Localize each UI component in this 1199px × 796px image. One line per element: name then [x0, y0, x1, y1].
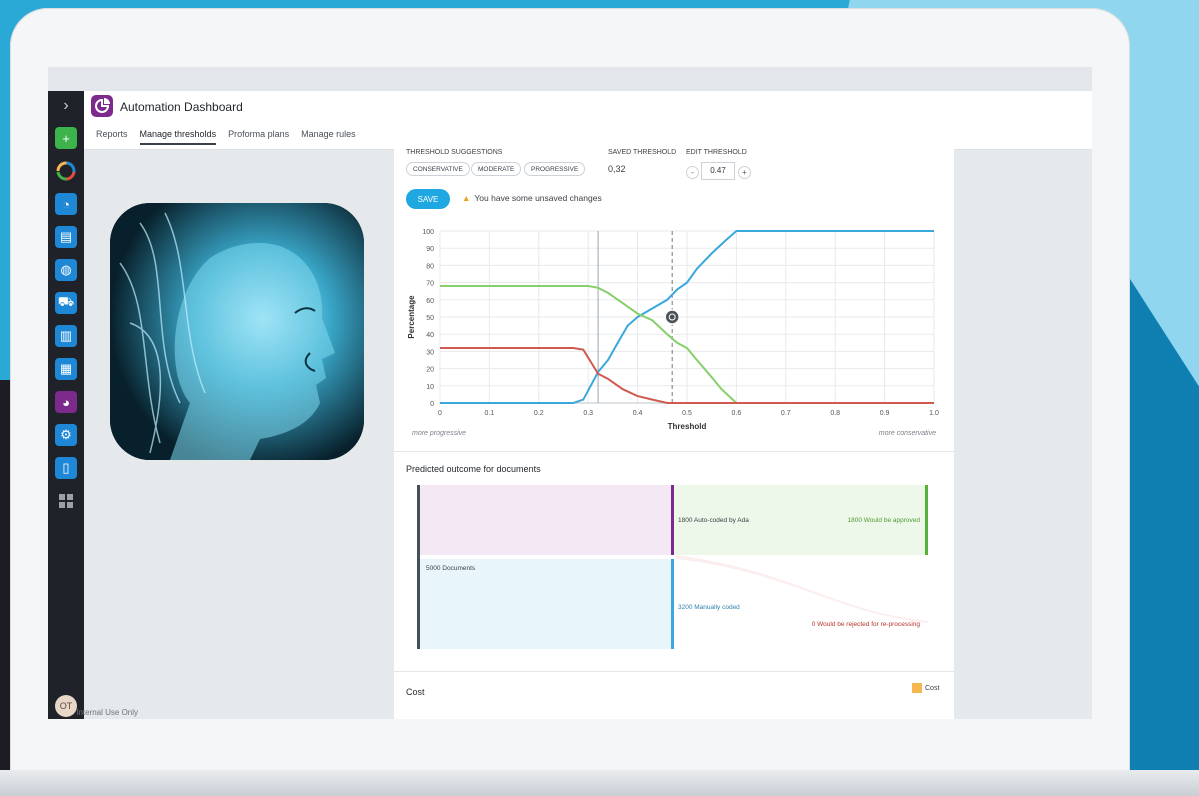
- node-label-approved: 1800 Would be approved: [847, 517, 920, 524]
- tab-manage-thresholds[interactable]: Manage thresholds: [139, 129, 217, 145]
- app-header: Automation Dashboard Reports Manage thre…: [84, 91, 1092, 150]
- y-tick-label: 80: [426, 263, 434, 270]
- saved-threshold-label: SAVED THRESHOLD: [608, 149, 677, 156]
- cost-legend-label: Cost: [925, 685, 940, 692]
- ai-face-image: [110, 203, 364, 460]
- y-tick-label: 20: [426, 367, 434, 374]
- cost-legend-swatch: [912, 683, 922, 693]
- unsaved-warning: ▲ You have some unsaved changes: [462, 193, 602, 203]
- inbox-icon[interactable]: ▤: [55, 226, 77, 248]
- node-approved: [925, 485, 928, 555]
- x-tick-label: 0.4: [633, 410, 643, 417]
- app-title: Automation Dashboard: [120, 100, 243, 114]
- threshold-input[interactable]: 0.47: [701, 162, 735, 180]
- grid-icon[interactable]: [55, 490, 77, 512]
- x-tick-label: 0.8: [830, 410, 840, 417]
- settings-icon[interactable]: ⚙: [55, 424, 77, 446]
- cost-title: Cost: [406, 687, 425, 697]
- tab-reports[interactable]: Reports: [96, 129, 128, 145]
- chip-progressive[interactable]: PROGRESSIVE: [524, 162, 586, 176]
- chevron-right-icon[interactable]: ›: [48, 97, 84, 115]
- decrement-button[interactable]: -: [686, 166, 699, 179]
- x-tick-label: 0.2: [534, 410, 544, 417]
- book-icon[interactable]: ▯: [55, 457, 77, 479]
- x-tick-label: 0.7: [781, 410, 791, 417]
- warning-icon: ▲: [462, 193, 471, 203]
- tab-manage-rules[interactable]: Manage rules: [301, 129, 356, 145]
- cart-icon[interactable]: ⛟: [55, 292, 77, 314]
- suggestions-label: THRESHOLD SUGGESTIONS: [406, 149, 503, 156]
- gauge-icon[interactable]: ◔: [55, 193, 77, 215]
- tab-bar: Reports Manage thresholds Proforma plans…: [96, 129, 356, 145]
- x-tick-label: 0: [438, 410, 442, 417]
- saved-threshold-value: 0,32: [608, 164, 626, 174]
- pie-icon[interactable]: ◕: [55, 391, 77, 413]
- node-label-rejected: 0 Would be rejected for re-processing: [812, 621, 921, 628]
- outcome-title: Predicted outcome for documents: [406, 464, 541, 474]
- x-tick-label: 0.5: [682, 410, 692, 417]
- y-tick-label: 40: [426, 332, 434, 339]
- y-tick-label: 90: [426, 246, 434, 253]
- right-note: more conservative: [879, 430, 936, 437]
- node-total: [417, 485, 420, 649]
- app-logo-icon: [91, 95, 113, 117]
- y-tick-label: 0: [430, 401, 434, 408]
- tab-proforma-plans[interactable]: Proforma plans: [228, 129, 289, 145]
- threshold-chart[interactable]: 0 10 20 30 40 50 60 70 80 90 100 0 0.1 0.2 0.3 0.4 0.5 0.…: [394, 219, 954, 449]
- section-divider: [394, 671, 954, 672]
- avatar[interactable]: OT: [55, 695, 77, 717]
- clipboard-icon[interactable]: ▥: [55, 325, 77, 347]
- save-button[interactable]: SAVE: [406, 189, 450, 209]
- node-label-manual: 3200 Manually coded: [678, 604, 740, 611]
- threshold-panel: THRESHOLD SUGGESTIONS CONSERVATIVE MODER…: [394, 149, 954, 719]
- flow-manual: [420, 559, 672, 649]
- building-icon[interactable]: ▦: [55, 358, 77, 380]
- x-tick-label: 0.3: [583, 410, 593, 417]
- browser-top-bar: [48, 67, 1092, 92]
- flow-auto: [420, 485, 672, 555]
- y-axis-label: Percentage: [407, 295, 416, 339]
- chip-moderate[interactable]: MODERATE: [471, 162, 522, 176]
- sidebar: › + ◔ ▤ ◍ ⛟ ▥ ▦ ◕ ⚙ ▯ For Internal Use Only OT: [48, 91, 138, 719]
- left-note: more progressive: [412, 430, 466, 437]
- x-tick-label: 0.6: [732, 410, 742, 417]
- laptop-base: [0, 770, 1199, 796]
- y-tick-label: 100: [422, 229, 434, 236]
- ring-chart-icon[interactable]: [55, 160, 77, 182]
- node-label-auto: 1800 Auto-coded by Ada: [678, 517, 749, 524]
- node-auto: [671, 485, 674, 555]
- y-tick-label: 50: [426, 315, 434, 322]
- node-label-total: 5000 Documents: [426, 565, 476, 572]
- add-icon[interactable]: +: [55, 127, 77, 149]
- section-divider: [394, 451, 954, 452]
- x-tick-label: 0.9: [880, 410, 890, 417]
- y-tick-label: 60: [426, 298, 434, 305]
- node-manual: [671, 559, 674, 649]
- y-tick-label: 30: [426, 349, 434, 356]
- flow-rejected: [676, 555, 928, 623]
- globe-icon[interactable]: ◍: [55, 259, 77, 281]
- x-tick-label: 0.1: [485, 410, 495, 417]
- edit-threshold-label: EDIT THRESHOLD: [686, 149, 747, 156]
- y-tick-label: 10: [426, 384, 434, 391]
- x-tick-label: 1.0: [929, 410, 939, 417]
- outcome-sankey: 5000 Documents 1800 Auto-coded by Ada 3200…: [417, 485, 928, 649]
- threshold-drag-handle[interactable]: [664, 309, 680, 325]
- x-axis-label: Threshold: [668, 422, 707, 431]
- unsaved-warning-text: You have some unsaved changes: [474, 193, 602, 203]
- y-tick-label: 70: [426, 281, 434, 288]
- chip-conservative[interactable]: CONSERVATIVE: [406, 162, 470, 176]
- increment-button[interactable]: +: [738, 166, 751, 179]
